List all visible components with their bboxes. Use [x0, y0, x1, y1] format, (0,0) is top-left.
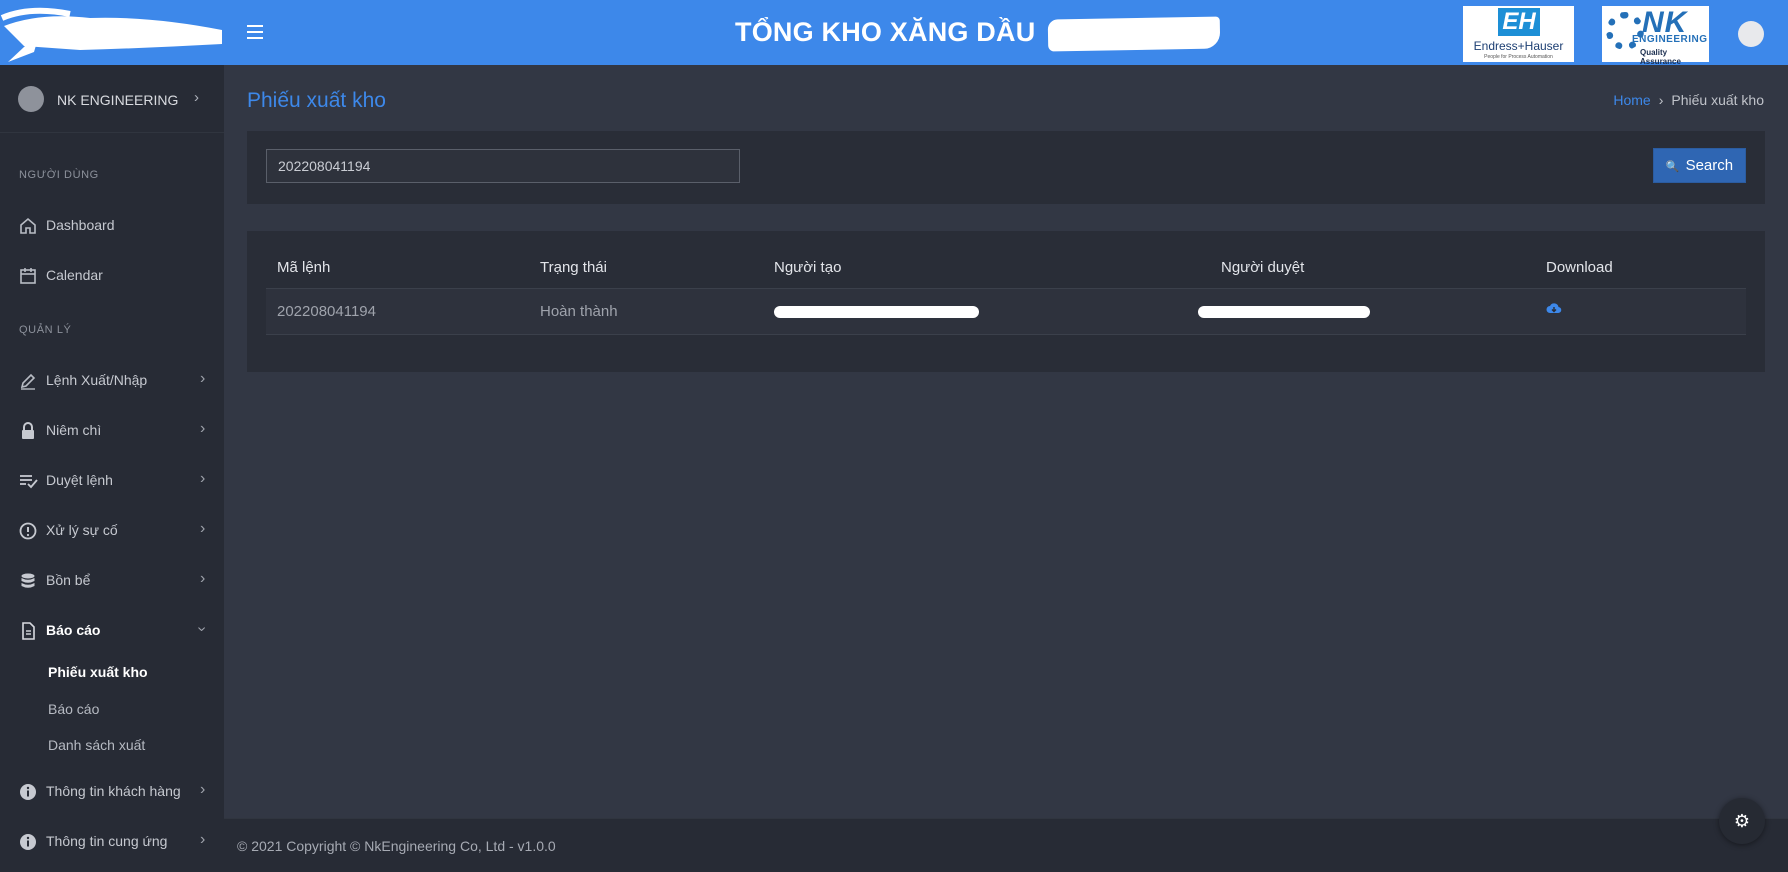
playlist-check-icon [20, 475, 38, 489]
avatar [18, 86, 44, 112]
results-card: Mã lệnh Trạng thái Người tạo Người duyệt… [247, 231, 1765, 372]
sidebar-item-label: Dashboard [46, 217, 115, 233]
sidebar-item-niem-chi[interactable]: Niêm chì › [0, 410, 224, 450]
search-button-label: Search [1685, 157, 1734, 174]
chevron-right-icon: › [200, 520, 206, 537]
column-header-code: Mã lệnh [266, 248, 529, 289]
info-icon [20, 834, 36, 850]
sidebar-item-xu-ly-su-co[interactable]: Xử lý sự cố › [0, 510, 224, 550]
database-icon [21, 573, 35, 588]
cell-status: Hoàn thành [529, 288, 763, 335]
chevron-down-icon: › [193, 626, 211, 632]
cell-creator [763, 288, 1210, 335]
sidebar-item-thong-tin-khach-hang[interactable]: Thông tin khách hàng › [0, 771, 224, 811]
breadcrumb-home-link[interactable]: Home [1613, 92, 1650, 108]
sidebar-item-dashboard[interactable]: Dashboard [0, 205, 224, 245]
creator-redaction [774, 305, 979, 318]
sidebar-item-label: Thông tin cung ứng [46, 833, 168, 849]
sidebar-item-label: Báo cáo [46, 622, 101, 638]
nk-logo-name: ENGINEERING [1632, 34, 1708, 45]
table-row: 202208041194 Hoàn thành [266, 288, 1746, 335]
redacted-brand-logo [0, 7, 222, 62]
column-header-status: Trạng thái [529, 248, 763, 289]
sidebar-subitem-danh-sach-xuat[interactable]: Danh sách xuất [48, 737, 145, 753]
sidebar-item-label: Xử lý sự cố [46, 522, 118, 538]
search-card: 🔍 Search [247, 131, 1765, 204]
sidebar-item-calendar[interactable]: Calendar [0, 255, 224, 295]
search-button[interactable]: 🔍 Search [1653, 148, 1746, 183]
sidebar: NK ENGINEERING › NGƯỜI DÙNG Dashboard Ca… [0, 65, 224, 872]
sidebar-item-label: Duyệt lệnh [46, 472, 113, 488]
file-document-icon [22, 622, 35, 640]
chevron-right-icon: › [194, 89, 199, 106]
pencil-icon [20, 373, 36, 390]
sidebar-item-bon-be[interactable]: Bồn bể › [0, 560, 224, 600]
breadcrumb: Home › Phiếu xuất kho [1613, 92, 1764, 108]
cloud-download-icon[interactable] [1546, 302, 1562, 316]
chevron-right-icon: › [200, 370, 206, 387]
nk-logo-tagline: Quality Assurance [1640, 48, 1681, 66]
sidebar-item-lenh-xuat-nhap[interactable]: Lệnh Xuất/Nhập › [0, 360, 224, 400]
chevron-right-icon: › [200, 781, 206, 798]
app-title: TỔNG KHO XĂNG DẦU [735, 17, 1036, 47]
lock-icon [22, 422, 34, 439]
footer: © 2021 Copyright © NkEngineering Co, Ltd… [224, 818, 1788, 872]
approver-redaction [1198, 305, 1370, 318]
column-header-creator: Người tạo [763, 248, 1210, 289]
sidebar-user-profile[interactable]: NK ENGINEERING › [0, 65, 224, 133]
top-bar: TỔNG KHO XĂNG DẦU EH Endress+Hauser Peop… [0, 0, 1788, 66]
chevron-right-icon: › [200, 420, 206, 437]
chevron-right-icon: › [1658, 92, 1664, 108]
endress-hauser-logo: EH Endress+Hauser People for Process Aut… [1463, 6, 1574, 62]
eh-logo-tagline: People for Process Automation [1484, 54, 1553, 60]
chevron-right-icon: › [200, 831, 206, 848]
results-table: Mã lệnh Trạng thái Người tạo Người duyệt… [266, 248, 1746, 335]
chevron-right-icon: › [200, 570, 206, 587]
user-avatar-icon[interactable] [1738, 21, 1764, 47]
chevron-right-icon: › [200, 470, 206, 487]
calendar-icon [20, 268, 36, 284]
column-header-download: Download [1535, 248, 1746, 289]
footer-copyright: © 2021 Copyright © NkEngineering Co, Ltd… [237, 838, 556, 854]
sidebar-item-label: Lệnh Xuất/Nhập [46, 372, 148, 388]
sidebar-item-duyet-lenh[interactable]: Duyệt lệnh › [0, 460, 224, 500]
section-label-user: NGƯỜI DÙNG [19, 169, 99, 181]
hamburger-menu-icon[interactable] [240, 20, 270, 46]
page-title: Phiếu xuất kho [247, 89, 386, 112]
sidebar-item-label: Niêm chì [46, 422, 102, 438]
alert-circle-icon [19, 522, 37, 540]
search-icon: 🔍 [1665, 161, 1680, 173]
cell-approver [1198, 288, 1535, 335]
search-input[interactable] [266, 149, 740, 183]
sidebar-item-label: Thông tin khách hàng [46, 783, 181, 799]
sidebar-item-label: Calendar [46, 267, 103, 283]
nk-engineering-logo: NK ENGINEERING Quality Assurance [1602, 6, 1709, 66]
table-header-row: Mã lệnh Trạng thái Người tạo Người duyệt… [266, 248, 1746, 289]
breadcrumb-current: Phiếu xuất kho [1671, 92, 1764, 108]
sidebar-subitem-phieu-xuat-kho[interactable]: Phiếu xuất kho [48, 664, 148, 680]
cell-download [1535, 288, 1746, 335]
eh-logo-mark: EH [1498, 8, 1540, 36]
eh-logo-name: Endress+Hauser [1473, 39, 1564, 53]
sidebar-item-bao-cao[interactable]: Báo cáo › [0, 610, 224, 650]
sidebar-subitem-bao-cao[interactable]: Báo cáo [48, 701, 99, 717]
sidebar-item-thong-tin-cung-ung[interactable]: Thông tin cung ứng › [0, 821, 224, 861]
title-redaction [1047, 16, 1221, 52]
cell-code: 202208041194 [266, 288, 529, 335]
column-header-approver: Người duyệt [1210, 248, 1535, 289]
sidebar-user-name: NK ENGINEERING [57, 92, 179, 108]
section-label-manage: QUẢN LÝ [19, 324, 72, 336]
settings-gear-icon[interactable]: ⚙ [1719, 798, 1765, 844]
sidebar-item-label: Bồn bể [46, 572, 91, 588]
home-icon [20, 217, 36, 234]
info-icon [20, 784, 36, 800]
